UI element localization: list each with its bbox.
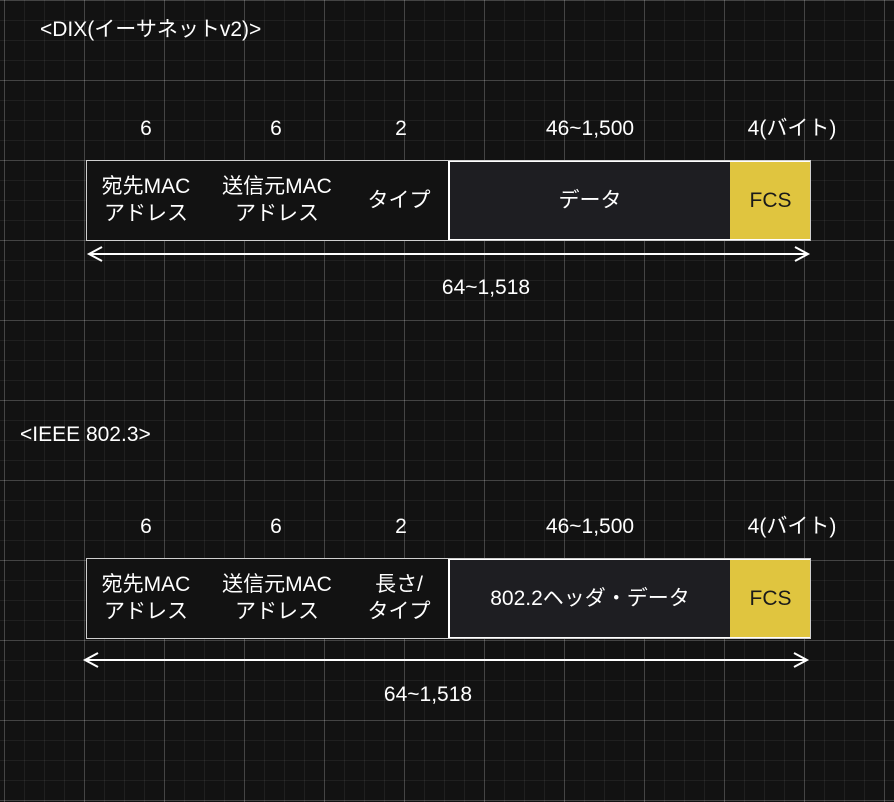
ieee-field-data-label: 802.2ヘッダ・データ <box>490 587 690 610</box>
ieee-field-length-type-label: 長さ/ タイプ <box>367 573 431 623</box>
dix-field-src-mac: 送信元MAC アドレス <box>206 160 348 240</box>
ieee-size-type: 2 <box>395 515 407 538</box>
dix-field-dest-mac-label: 宛先MAC アドレス <box>101 175 191 225</box>
dix-total-length: 64~1,518 <box>441 276 531 299</box>
ieee-total-length: 64~1,518 <box>383 683 473 706</box>
ieee-size-data: 46~1,500 <box>545 515 635 538</box>
ieee-size-src: 6 <box>270 515 282 538</box>
dix-length-arrow <box>86 246 811 262</box>
dix-field-dest-mac: 宛先MAC アドレス <box>86 160 206 240</box>
dix-size-dest: 6 <box>140 117 152 140</box>
ieee-field-dest-mac: 宛先MAC アドレス <box>86 558 206 638</box>
dix-field-data-label: データ <box>558 189 622 212</box>
dix-size-data: 46~1,500 <box>545 117 635 140</box>
ieee-field-fcs-label: FCS <box>749 587 792 610</box>
ieee-field-data: 802.2ヘッダ・データ <box>448 558 732 639</box>
dix-field-type: タイプ <box>348 160 450 240</box>
ieee-field-src-mac-label: 送信元MAC アドレス <box>222 573 332 623</box>
ieee-field-length-type: 長さ/ タイプ <box>348 558 450 638</box>
ieee-field-src-mac: 送信元MAC アドレス <box>206 558 348 638</box>
ieee-title: <IEEE 802.3> <box>20 423 151 446</box>
dix-size-fcs: 4(バイト) <box>747 117 837 140</box>
dix-field-fcs: FCS <box>730 160 811 241</box>
ieee-field-fcs: FCS <box>730 558 811 639</box>
ieee-field-dest-mac-label: 宛先MAC アドレス <box>101 573 191 623</box>
dix-field-fcs-label: FCS <box>749 189 792 212</box>
dix-size-type: 2 <box>395 117 407 140</box>
dix-title: <DIX(イーサネットv2)> <box>40 18 262 41</box>
dix-field-type-label: タイプ <box>367 188 431 212</box>
dix-field-data: データ <box>448 160 732 241</box>
ieee-size-dest: 6 <box>140 515 152 538</box>
dix-field-src-mac-label: 送信元MAC アドレス <box>222 175 332 225</box>
dix-size-src: 6 <box>270 117 282 140</box>
ieee-length-arrow <box>82 652 810 668</box>
ieee-size-fcs: 4(バイト) <box>747 515 837 538</box>
